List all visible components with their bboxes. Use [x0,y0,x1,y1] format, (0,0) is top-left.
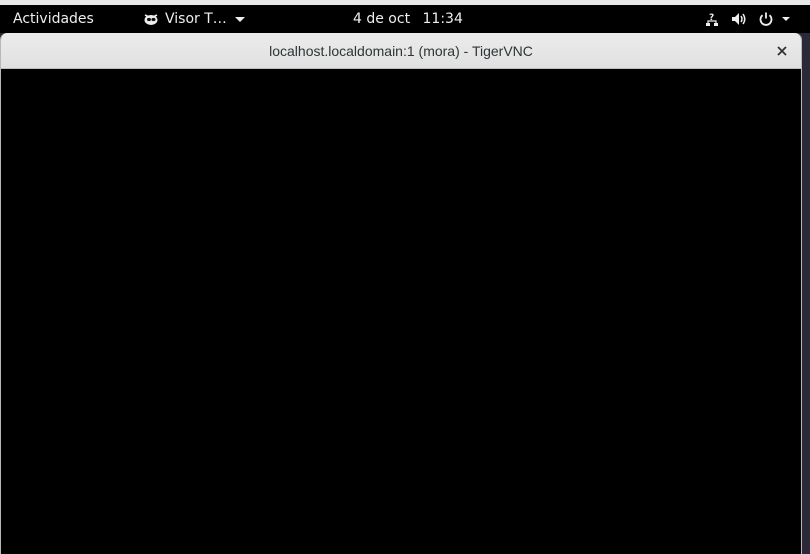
clock-button[interactable]: 4 de oct 11:34 [353,11,463,27]
svg-text:?: ? [709,13,714,23]
vnc-viewer-icon [143,11,159,27]
desktop-background [802,33,810,554]
remote-desktop-canvas[interactable] [1,69,801,554]
app-menu-label: Visor T… [165,11,227,27]
system-menu-button[interactable]: ? [704,11,790,27]
window-titlebar[interactable]: localhost.localdomain:1 (mora) - TigerVN… [1,33,801,69]
network-question-icon: ? [704,11,720,27]
volume-icon [731,11,747,27]
top-panel: Actividades Visor T… 4 de oct 11:34 ? [0,5,810,33]
clock-time: 11:34 [422,11,463,27]
chevron-down-icon [782,17,790,21]
desktop: Actividades Visor T… 4 de oct 11:34 ? lo… [0,0,810,554]
app-menu-caret-icon [234,16,245,22]
power-icon [758,11,774,27]
close-icon[interactable] [773,42,791,60]
clock-date: 4 de oct [353,11,411,27]
activities-button[interactable]: Actividades [13,11,94,27]
vnc-viewer-window: localhost.localdomain:1 (mora) - TigerVN… [0,33,802,554]
window-title: localhost.localdomain:1 (mora) - TigerVN… [269,43,533,59]
app-menu-button[interactable]: Visor T… [143,11,245,27]
